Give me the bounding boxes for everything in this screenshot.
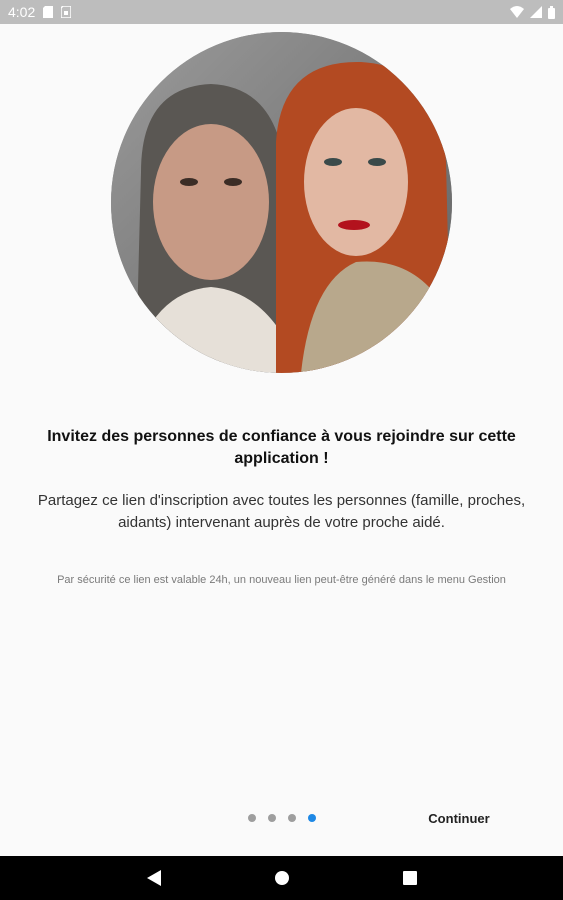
back-icon[interactable] bbox=[138, 862, 170, 894]
sim-icon bbox=[61, 6, 72, 18]
home-icon[interactable] bbox=[266, 862, 298, 894]
onboarding-page: Invitez des personnes de confiance à vou… bbox=[0, 24, 563, 856]
page-dot[interactable] bbox=[268, 814, 276, 822]
onboarding-subtitle: Partagez ce lien d'inscription avec tout… bbox=[37, 492, 526, 531]
page-dot-active[interactable] bbox=[308, 814, 316, 822]
system-nav-bar bbox=[0, 856, 563, 900]
hero-portrait-image bbox=[111, 32, 452, 373]
continue-button[interactable]: Continuer bbox=[418, 804, 500, 832]
sd-card-icon bbox=[43, 6, 54, 18]
status-bar: 4:02 bbox=[0, 0, 563, 24]
signal-icon bbox=[530, 6, 542, 18]
status-time: 4:02 bbox=[8, 4, 36, 20]
battery-icon bbox=[548, 5, 555, 19]
status-left: 4:02 bbox=[8, 4, 72, 20]
page-dot[interactable] bbox=[288, 814, 296, 822]
status-right bbox=[510, 5, 555, 19]
recents-icon[interactable] bbox=[394, 862, 426, 894]
security-note: Par sécurité ce lien est valable 24h, un… bbox=[57, 574, 506, 586]
page-dot[interactable] bbox=[248, 814, 256, 822]
page-indicator bbox=[248, 814, 316, 822]
wifi-icon bbox=[510, 6, 524, 18]
portrait-illustration bbox=[111, 32, 452, 373]
onboarding-title: Invitez des personnes de confiance à vou… bbox=[47, 428, 516, 467]
